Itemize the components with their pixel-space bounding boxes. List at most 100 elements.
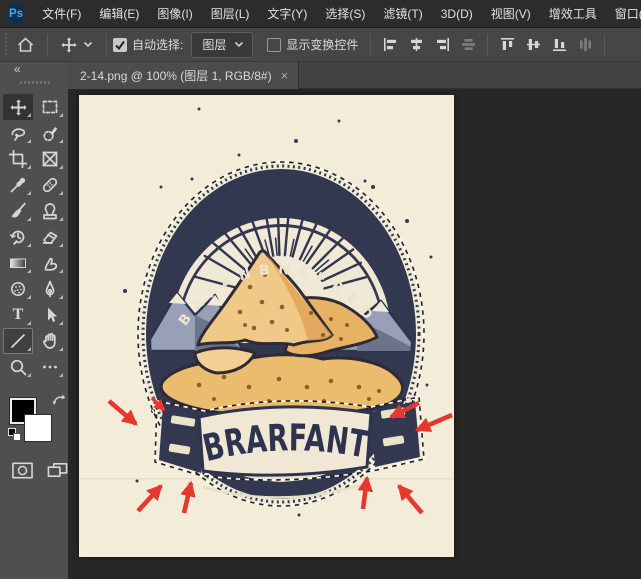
lasso-icon: [9, 124, 27, 142]
hand-icon: [41, 332, 59, 350]
marquee-icon: [41, 98, 59, 116]
tool-path-selection[interactable]: [35, 302, 65, 328]
align-v-center-icon: [527, 38, 540, 51]
show-transform-label: 显示变换控件: [286, 36, 358, 53]
home-button[interactable]: [10, 32, 41, 58]
photoshop-logo: Ps: [9, 3, 23, 24]
document-tab[interactable]: 2-14.png @ 100% (图层 1, RGB/8#) ×: [68, 62, 299, 89]
background-color-swatch[interactable]: [25, 415, 51, 441]
tool-eyedropper[interactable]: [3, 172, 33, 198]
show-transform-checkbox[interactable]: [267, 38, 281, 52]
tool-hand[interactable]: [35, 328, 65, 354]
healing-brush-icon: [41, 176, 59, 194]
tab-strip-empty: [299, 62, 641, 89]
frame-icon: [41, 150, 59, 168]
distribute-h-icon: [462, 38, 475, 51]
history-brush-icon: [9, 228, 27, 246]
align-left-icon: [384, 38, 397, 51]
close-tab-button[interactable]: ×: [281, 69, 289, 82]
menu-edit[interactable]: 编辑(E): [90, 0, 148, 28]
menu-window[interactable]: 窗口(W): [606, 0, 641, 28]
crop-icon: [9, 150, 27, 168]
auto-select-label: 自动选择:: [132, 36, 183, 53]
screen-mode-icon[interactable]: [47, 462, 68, 479]
swap-colors-icon[interactable]: [52, 394, 67, 408]
gradient-icon: [9, 254, 27, 272]
chevron-down-icon: [83, 41, 93, 48]
canvas-document[interactable]: BAFANBNEERED: [79, 95, 454, 557]
home-icon: [17, 37, 34, 53]
move-icon: [10, 99, 27, 116]
smudge-icon: [41, 254, 59, 272]
ellipsis-icon: [41, 358, 59, 376]
tool-rectangular-marquee[interactable]: [35, 94, 65, 120]
tool-quick-selection[interactable]: [35, 120, 65, 146]
tool-clone-stamp[interactable]: [35, 198, 65, 224]
chevron-down-icon: [234, 41, 244, 48]
color-swatches: [8, 394, 68, 446]
line-icon: [9, 332, 27, 350]
tool-brush[interactable]: [3, 198, 33, 224]
menu-type[interactable]: 文字(Y): [258, 0, 316, 28]
clone-stamp-icon: [41, 202, 59, 220]
tool-gradient[interactable]: [3, 250, 33, 276]
align-right-edges-button[interactable]: [429, 33, 455, 57]
auto-select-target-dropdown[interactable]: 图层: [191, 32, 253, 58]
align-horizontal-centers-button[interactable]: [403, 33, 429, 57]
align-bottom-icon: [553, 38, 566, 51]
tool-sponge[interactable]: [3, 276, 33, 302]
default-colors-button[interactable]: [8, 428, 21, 441]
canvas-image: BAFANBNEERED: [79, 95, 454, 557]
eraser-icon: [41, 228, 59, 246]
tool-pen[interactable]: [35, 276, 65, 302]
move-icon: [61, 37, 77, 53]
menu-file[interactable]: 文件(F): [33, 0, 90, 28]
toolbar-header: «: [0, 62, 68, 89]
tool-smudge[interactable]: [35, 250, 65, 276]
tool-preset-button[interactable]: [54, 32, 100, 58]
collapse-panel-button[interactable]: «: [14, 62, 21, 76]
separator: [487, 34, 488, 56]
align-bottom-edges-button[interactable]: [546, 33, 572, 57]
type-icon: T: [13, 307, 24, 323]
menu-3d[interactable]: 3D(D): [432, 0, 482, 28]
tool-eraser[interactable]: [35, 224, 65, 250]
menu-plugins[interactable]: 增效工具: [540, 0, 606, 28]
document-tab-label: 2-14.png @ 100% (图层 1, RGB/8#): [80, 67, 272, 84]
auto-select-checkbox[interactable]: [113, 38, 127, 52]
distribute-v-icon: [579, 38, 592, 51]
document-tab-bar: « 2-14.png @ 100% (图层 1, RGB/8#) ×: [0, 62, 641, 89]
distribute-horizontally-button[interactable]: [455, 33, 481, 57]
quick-mask-icon[interactable]: [12, 462, 33, 479]
options-bar: 自动选择: 图层 显示变换控件: [0, 28, 641, 62]
menu-image[interactable]: 图像(I): [148, 0, 201, 28]
align-top-edges-button[interactable]: [494, 33, 520, 57]
separator: [47, 34, 48, 56]
toolbar-grip[interactable]: [20, 81, 50, 84]
quick-selection-icon: [41, 124, 59, 142]
tool-crop[interactable]: [3, 146, 33, 172]
menu-select[interactable]: 选择(S): [316, 0, 374, 28]
menu-layer[interactable]: 图层(L): [202, 0, 259, 28]
tool-spot-healing-brush[interactable]: [35, 172, 65, 198]
separator: [106, 34, 107, 56]
menu-filter[interactable]: 滤镜(T): [374, 0, 431, 28]
tool-line[interactable]: [3, 328, 33, 354]
tool-type[interactable]: T: [3, 302, 33, 328]
tool-move[interactable]: [3, 94, 33, 120]
align-vertical-centers-button[interactable]: [520, 33, 546, 57]
distribute-vertically-button[interactable]: [572, 33, 598, 57]
options-bar-grip[interactable]: [3, 33, 10, 57]
align-right-icon: [436, 38, 449, 51]
tool-history-brush[interactable]: [3, 224, 33, 250]
sponge-icon: [9, 280, 27, 298]
tool-edit-toolbar[interactable]: [35, 354, 65, 380]
tool-lasso[interactable]: [3, 120, 33, 146]
tool-zoom[interactable]: [3, 354, 33, 380]
tool-frame[interactable]: [35, 146, 65, 172]
align-left-edges-button[interactable]: [377, 33, 403, 57]
separator: [604, 34, 605, 56]
menu-view[interactable]: 视图(V): [482, 0, 540, 28]
photoshop-window: Ps 文件(F) 编辑(E) 图像(I) 图层(L) 文字(Y) 选择(S) 滤…: [0, 0, 641, 579]
tools-panel: T: [0, 89, 68, 579]
